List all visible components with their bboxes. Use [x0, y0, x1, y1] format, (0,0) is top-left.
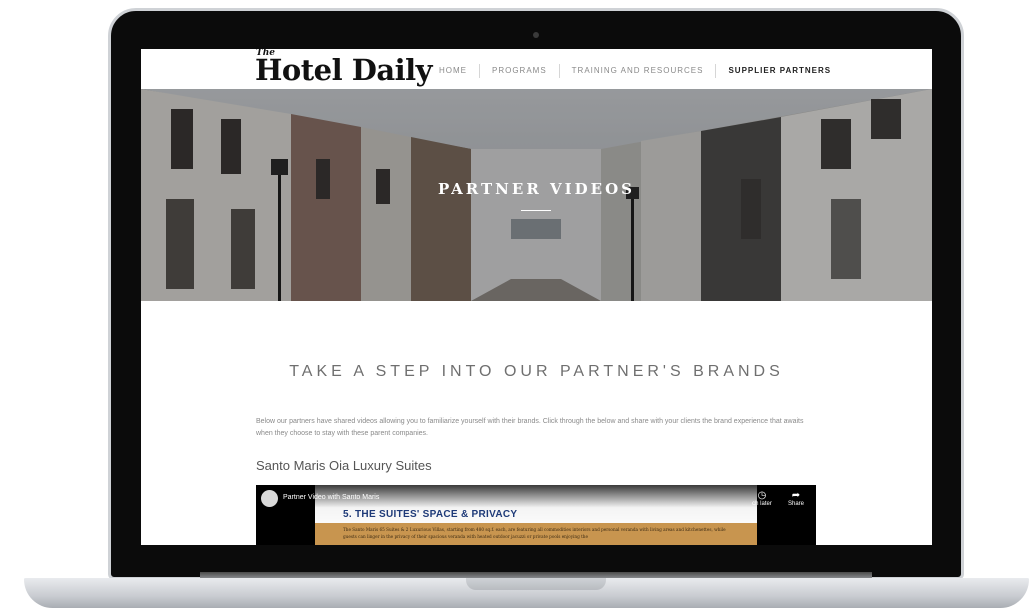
partner-name-heading: Santo Maris Oia Luxury Suites — [256, 458, 432, 473]
slide-header-area: 5. THE SUITES' SPACE & PRIVACY — [315, 485, 757, 523]
share-label: Share — [787, 501, 804, 507]
webcam — [533, 32, 539, 38]
clock-icon: ◷ — [757, 490, 767, 501]
browser-viewport: The Hotel Daily HOME PROGRAMS TRAINING A… — [141, 49, 932, 545]
site-header: The Hotel Daily HOME PROGRAMS TRAINING A… — [141, 49, 932, 89]
nav-item-home[interactable]: HOME — [427, 64, 480, 78]
nav-item-training[interactable]: TRAINING AND RESOURCES — [560, 64, 717, 78]
laptop-mockup: The Hotel Daily HOME PROGRAMS TRAINING A… — [0, 0, 1029, 612]
share-button[interactable]: ➦ Share — [782, 490, 810, 507]
laptop-notch — [466, 578, 606, 590]
video-title[interactable]: Partner Video with Santo Maris — [283, 494, 379, 501]
nav-item-programs[interactable]: PROGRAMS — [480, 64, 560, 78]
channel-avatar[interactable] — [261, 490, 278, 507]
video-player[interactable]: 5. THE SUITES' SPACE & PRIVACY The Santo… — [256, 485, 816, 545]
hero-title: PARTNER VIDEOS — [437, 180, 636, 198]
section-heading: TAKE A STEP INTO OUR PARTNER'S BRANDS — [289, 363, 784, 380]
slide-text-band: The Santo Maris 65 Suites & 2 Luxurious … — [315, 523, 757, 545]
main-nav: HOME PROGRAMS TRAINING AND RESOURCES SUP… — [427, 64, 843, 78]
logo-main-text: Hotel Daily — [255, 53, 433, 87]
intro-paragraph: Below our partners have shared videos al… — [256, 418, 804, 437]
video-frame: 5. THE SUITES' SPACE & PRIVACY The Santo… — [315, 485, 757, 545]
nav-item-supplier-partners[interactable]: SUPPLIER PARTNERS — [716, 64, 843, 78]
watch-later-label: ch later — [752, 501, 772, 507]
watch-later-button[interactable]: ◷ ch later — [748, 490, 776, 507]
hero-banner: PARTNER VIDEOS — [141, 89, 932, 301]
hero-divider — [521, 210, 551, 211]
share-arrow-icon: ➦ — [791, 490, 801, 501]
slide-text: The Santo Maris 65 Suites & 2 Luxurious … — [343, 527, 726, 539]
slide-title: 5. THE SUITES' SPACE & PRIVACY — [343, 509, 518, 520]
